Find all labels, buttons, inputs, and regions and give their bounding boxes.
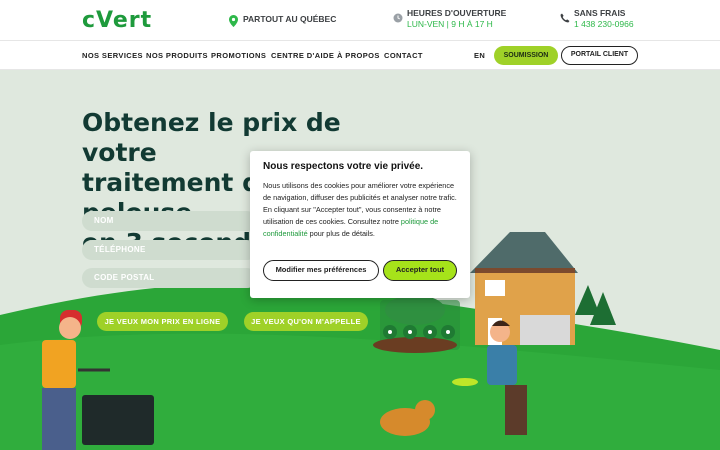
nav-item-services[interactable]: NOS SERVICES (82, 51, 143, 60)
phone-field[interactable]: TÉLÉPHONE (82, 240, 257, 260)
hours-info: HEURES D'OUVERTURE LUN-VEN | 9 H À 17 H (393, 8, 506, 30)
nav-item-about[interactable]: À PROPOS (337, 51, 380, 60)
phone-info: SANS FRAIS 1 438 230-0966 (560, 8, 634, 30)
clock-icon (393, 13, 403, 26)
get-price-online-button[interactable]: JE VEUX MON PRIX EN LIGNE (97, 312, 228, 331)
top-header: cVert PARTOUT AU QUÉBEC HEURES D'OUVERTU… (0, 0, 720, 40)
language-toggle[interactable]: EN (474, 51, 485, 60)
nav-item-promotions[interactable]: PROMOTIONS (211, 51, 266, 60)
cookie-text: Nous utilisons des cookies pour améliore… (263, 181, 457, 238)
phone-number-link[interactable]: 1 438 230-0966 (574, 19, 634, 30)
location-pin-icon (229, 15, 238, 30)
client-portal-button[interactable]: PORTAIL CLIENT (561, 46, 638, 65)
phone-icon (560, 13, 570, 26)
logo[interactable]: cVert (82, 8, 152, 33)
cookie-title: Nous respectons votre vie privée. (263, 161, 424, 172)
name-field[interactable]: NOM (82, 211, 257, 231)
postal-code-field[interactable]: CODE POSTAL (82, 268, 257, 288)
main-nav: NOS SERVICES NOS PRODUITS PROMOTIONS CEN… (0, 40, 720, 70)
accept-all-button[interactable]: Accepter tout (383, 260, 457, 281)
cookie-consent-dialog: Nous respectons votre vie privée. Nous u… (250, 151, 470, 298)
location-info: PARTOUT AU QUÉBEC (229, 14, 336, 27)
modify-preferences-button[interactable]: Modifier mes préférences (263, 260, 379, 281)
nav-item-contact[interactable]: CONTACT (384, 51, 423, 60)
submission-button[interactable]: SOUMISSION (494, 46, 558, 65)
request-call-button[interactable]: JE VEUX QU'ON M'APPELLE (244, 312, 368, 331)
nav-item-products[interactable]: NOS PRODUITS (146, 51, 208, 60)
nav-item-help-center[interactable]: CENTRE D'AIDE (271, 51, 334, 60)
